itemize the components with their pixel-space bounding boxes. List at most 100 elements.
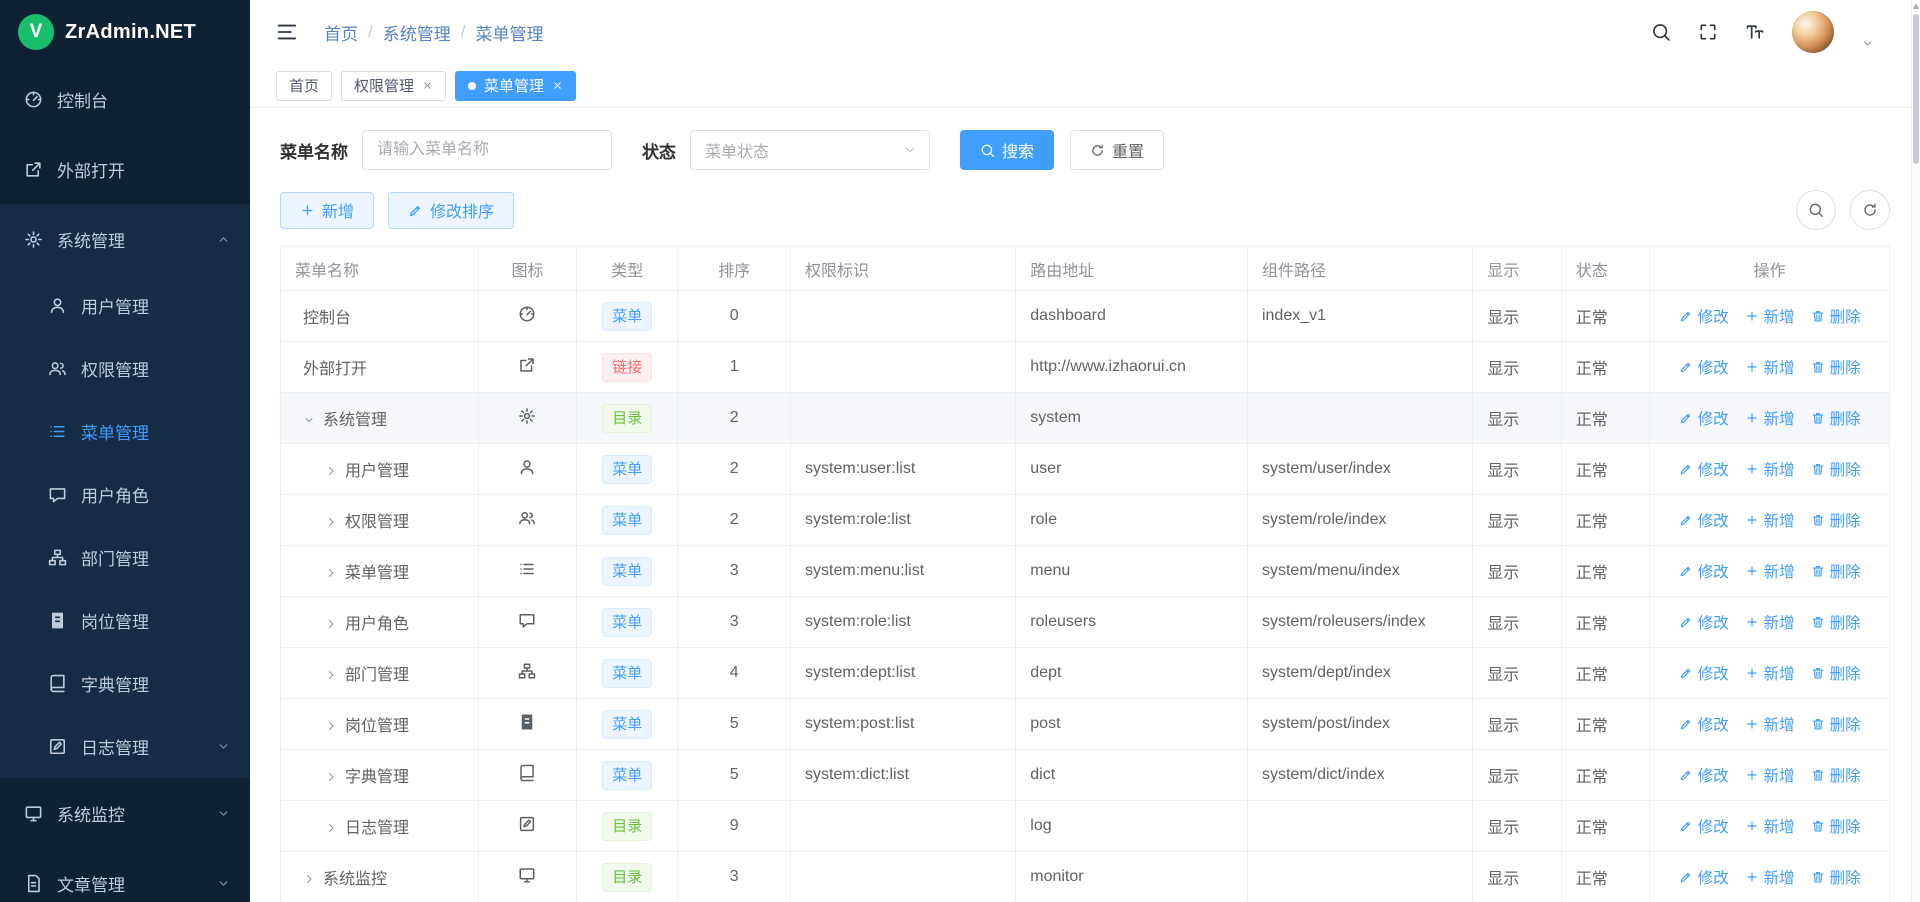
chevron-right-icon[interactable] — [325, 618, 337, 630]
close-icon[interactable] — [422, 80, 433, 91]
search-button[interactable]: 搜索 — [960, 130, 1054, 170]
sidebar-item-log[interactable]: 日志管理 — [0, 715, 250, 778]
edit-link[interactable]: 修改 — [1679, 866, 1729, 888]
chevron-right-icon[interactable] — [325, 567, 337, 579]
avatar[interactable] — [1792, 11, 1834, 53]
sidebar-item-article[interactable]: 文章管理 — [0, 848, 250, 902]
chevron-right-icon[interactable] — [303, 873, 315, 885]
breadcrumb-item[interactable]: 系统管理 — [383, 20, 451, 45]
hamburger-icon[interactable] — [276, 21, 298, 43]
sort-button[interactable]: 修改排序 — [388, 192, 514, 229]
breadcrumb-item[interactable]: 菜单管理 — [475, 20, 543, 45]
add-link[interactable]: 新增 — [1745, 764, 1795, 786]
edit-link[interactable]: 修改 — [1679, 458, 1729, 480]
chevron-down-icon[interactable] — [1861, 37, 1874, 50]
reset-button[interactable]: 重置 — [1070, 130, 1164, 170]
delete-link[interactable]: 删除 — [1811, 509, 1861, 531]
scrollbar-up-arrow[interactable] — [1913, 3, 1919, 9]
chevron-right-icon[interactable] — [325, 822, 337, 834]
add-button[interactable]: 新增 — [280, 192, 374, 229]
chevron-right-icon[interactable] — [325, 516, 337, 528]
scrollbar-thumb[interactable] — [1913, 14, 1919, 164]
menu-icon-cell — [478, 444, 576, 495]
menu-list-icon — [48, 422, 67, 441]
menu-type-cell: 菜单 — [577, 597, 678, 648]
delete-link[interactable]: 删除 — [1811, 407, 1861, 429]
sort-cell: 3 — [678, 597, 791, 648]
log-icon — [48, 737, 67, 756]
edit-link[interactable]: 修改 — [1679, 356, 1729, 378]
route-cell: user — [1016, 444, 1248, 495]
delete-link[interactable]: 删除 — [1811, 662, 1861, 684]
ops-cell: 修改新增删除 — [1650, 597, 1890, 648]
edit-icon — [1679, 819, 1693, 833]
edit-link[interactable]: 修改 — [1679, 305, 1729, 327]
sitemap-icon — [518, 662, 536, 680]
scrollbar[interactable] — [1911, 0, 1920, 902]
add-link[interactable]: 新增 — [1745, 611, 1795, 633]
add-link[interactable]: 新增 — [1745, 713, 1795, 735]
breadcrumb-item[interactable]: 首页 — [324, 20, 358, 45]
chevron-down-icon[interactable] — [303, 414, 315, 426]
add-link[interactable]: 新增 — [1745, 305, 1795, 327]
add-link[interactable]: 新增 — [1745, 866, 1795, 888]
tab-item[interactable]: 菜单管理 — [455, 71, 576, 101]
edit-link[interactable]: 修改 — [1679, 764, 1729, 786]
sidebar-item-dict[interactable]: 字典管理 — [0, 652, 250, 715]
add-link[interactable]: 新增 — [1745, 560, 1795, 582]
edit-link[interactable]: 修改 — [1679, 662, 1729, 684]
close-icon[interactable] — [552, 80, 563, 91]
edit-icon — [408, 203, 423, 218]
edit-link[interactable]: 修改 — [1679, 713, 1729, 735]
table-search-button[interactable] — [1796, 190, 1836, 230]
add-link[interactable]: 新增 — [1745, 458, 1795, 480]
fullscreen-icon[interactable] — [1698, 22, 1718, 42]
edit-link[interactable]: 修改 — [1679, 560, 1729, 582]
delete-link[interactable]: 删除 — [1811, 713, 1861, 735]
add-link[interactable]: 新增 — [1745, 509, 1795, 531]
book-icon — [48, 674, 67, 693]
sidebar-item-dept[interactable]: 部门管理 — [0, 526, 250, 589]
add-link[interactable]: 新增 — [1745, 662, 1795, 684]
tab-item[interactable]: 权限管理 — [341, 71, 446, 101]
op-label: 修改 — [1698, 509, 1729, 531]
sidebar-item-role[interactable]: 权限管理 — [0, 337, 250, 400]
edit-link[interactable]: 修改 — [1679, 509, 1729, 531]
edit-icon — [1679, 768, 1693, 782]
menu-name-input[interactable] — [362, 130, 612, 170]
delete-link[interactable]: 删除 — [1811, 356, 1861, 378]
sidebar-item-user[interactable]: 用户管理 — [0, 274, 250, 337]
sidebar-menu: 控制台外部打开系统管理用户管理权限管理菜单管理用户角色部门管理岗位管理字典管理日… — [0, 64, 250, 902]
component-cell: system/post/index — [1247, 699, 1472, 750]
add-link[interactable]: 新增 — [1745, 815, 1795, 837]
sidebar-item-dashboard[interactable]: 控制台 — [0, 64, 250, 134]
delete-link[interactable]: 删除 — [1811, 305, 1861, 327]
table-refresh-button[interactable] — [1850, 190, 1890, 230]
delete-link[interactable]: 删除 — [1811, 560, 1861, 582]
delete-link[interactable]: 删除 — [1811, 866, 1861, 888]
sidebar-item-post[interactable]: 岗位管理 — [0, 589, 250, 652]
search-icon[interactable] — [1651, 22, 1671, 42]
sidebar-item-external[interactable]: 外部打开 — [0, 134, 250, 204]
font-size-icon[interactable] — [1745, 22, 1765, 42]
edit-link[interactable]: 修改 — [1679, 611, 1729, 633]
sidebar-item-system[interactable]: 系统管理 — [0, 204, 250, 274]
delete-link[interactable]: 删除 — [1811, 764, 1861, 786]
edit-link[interactable]: 修改 — [1679, 407, 1729, 429]
sidebar-item-menu[interactable]: 菜单管理 — [0, 400, 250, 463]
add-link[interactable]: 新增 — [1745, 356, 1795, 378]
chevron-right-icon[interactable] — [325, 669, 337, 681]
sidebar-item-roleusers[interactable]: 用户角色 — [0, 463, 250, 526]
status-select[interactable]: 菜单状态 — [690, 130, 930, 170]
chevron-right-icon[interactable] — [325, 720, 337, 732]
delete-link[interactable]: 删除 — [1811, 458, 1861, 480]
edit-link[interactable]: 修改 — [1679, 815, 1729, 837]
sidebar-item-monitor[interactable]: 系统监控 — [0, 778, 250, 848]
delete-link[interactable]: 删除 — [1811, 611, 1861, 633]
chevron-right-icon[interactable] — [325, 465, 337, 477]
add-link[interactable]: 新增 — [1745, 407, 1795, 429]
delete-link[interactable]: 删除 — [1811, 815, 1861, 837]
tab-item[interactable]: 首页 — [276, 71, 332, 101]
edit-icon — [1679, 462, 1693, 476]
chevron-right-icon[interactable] — [325, 771, 337, 783]
